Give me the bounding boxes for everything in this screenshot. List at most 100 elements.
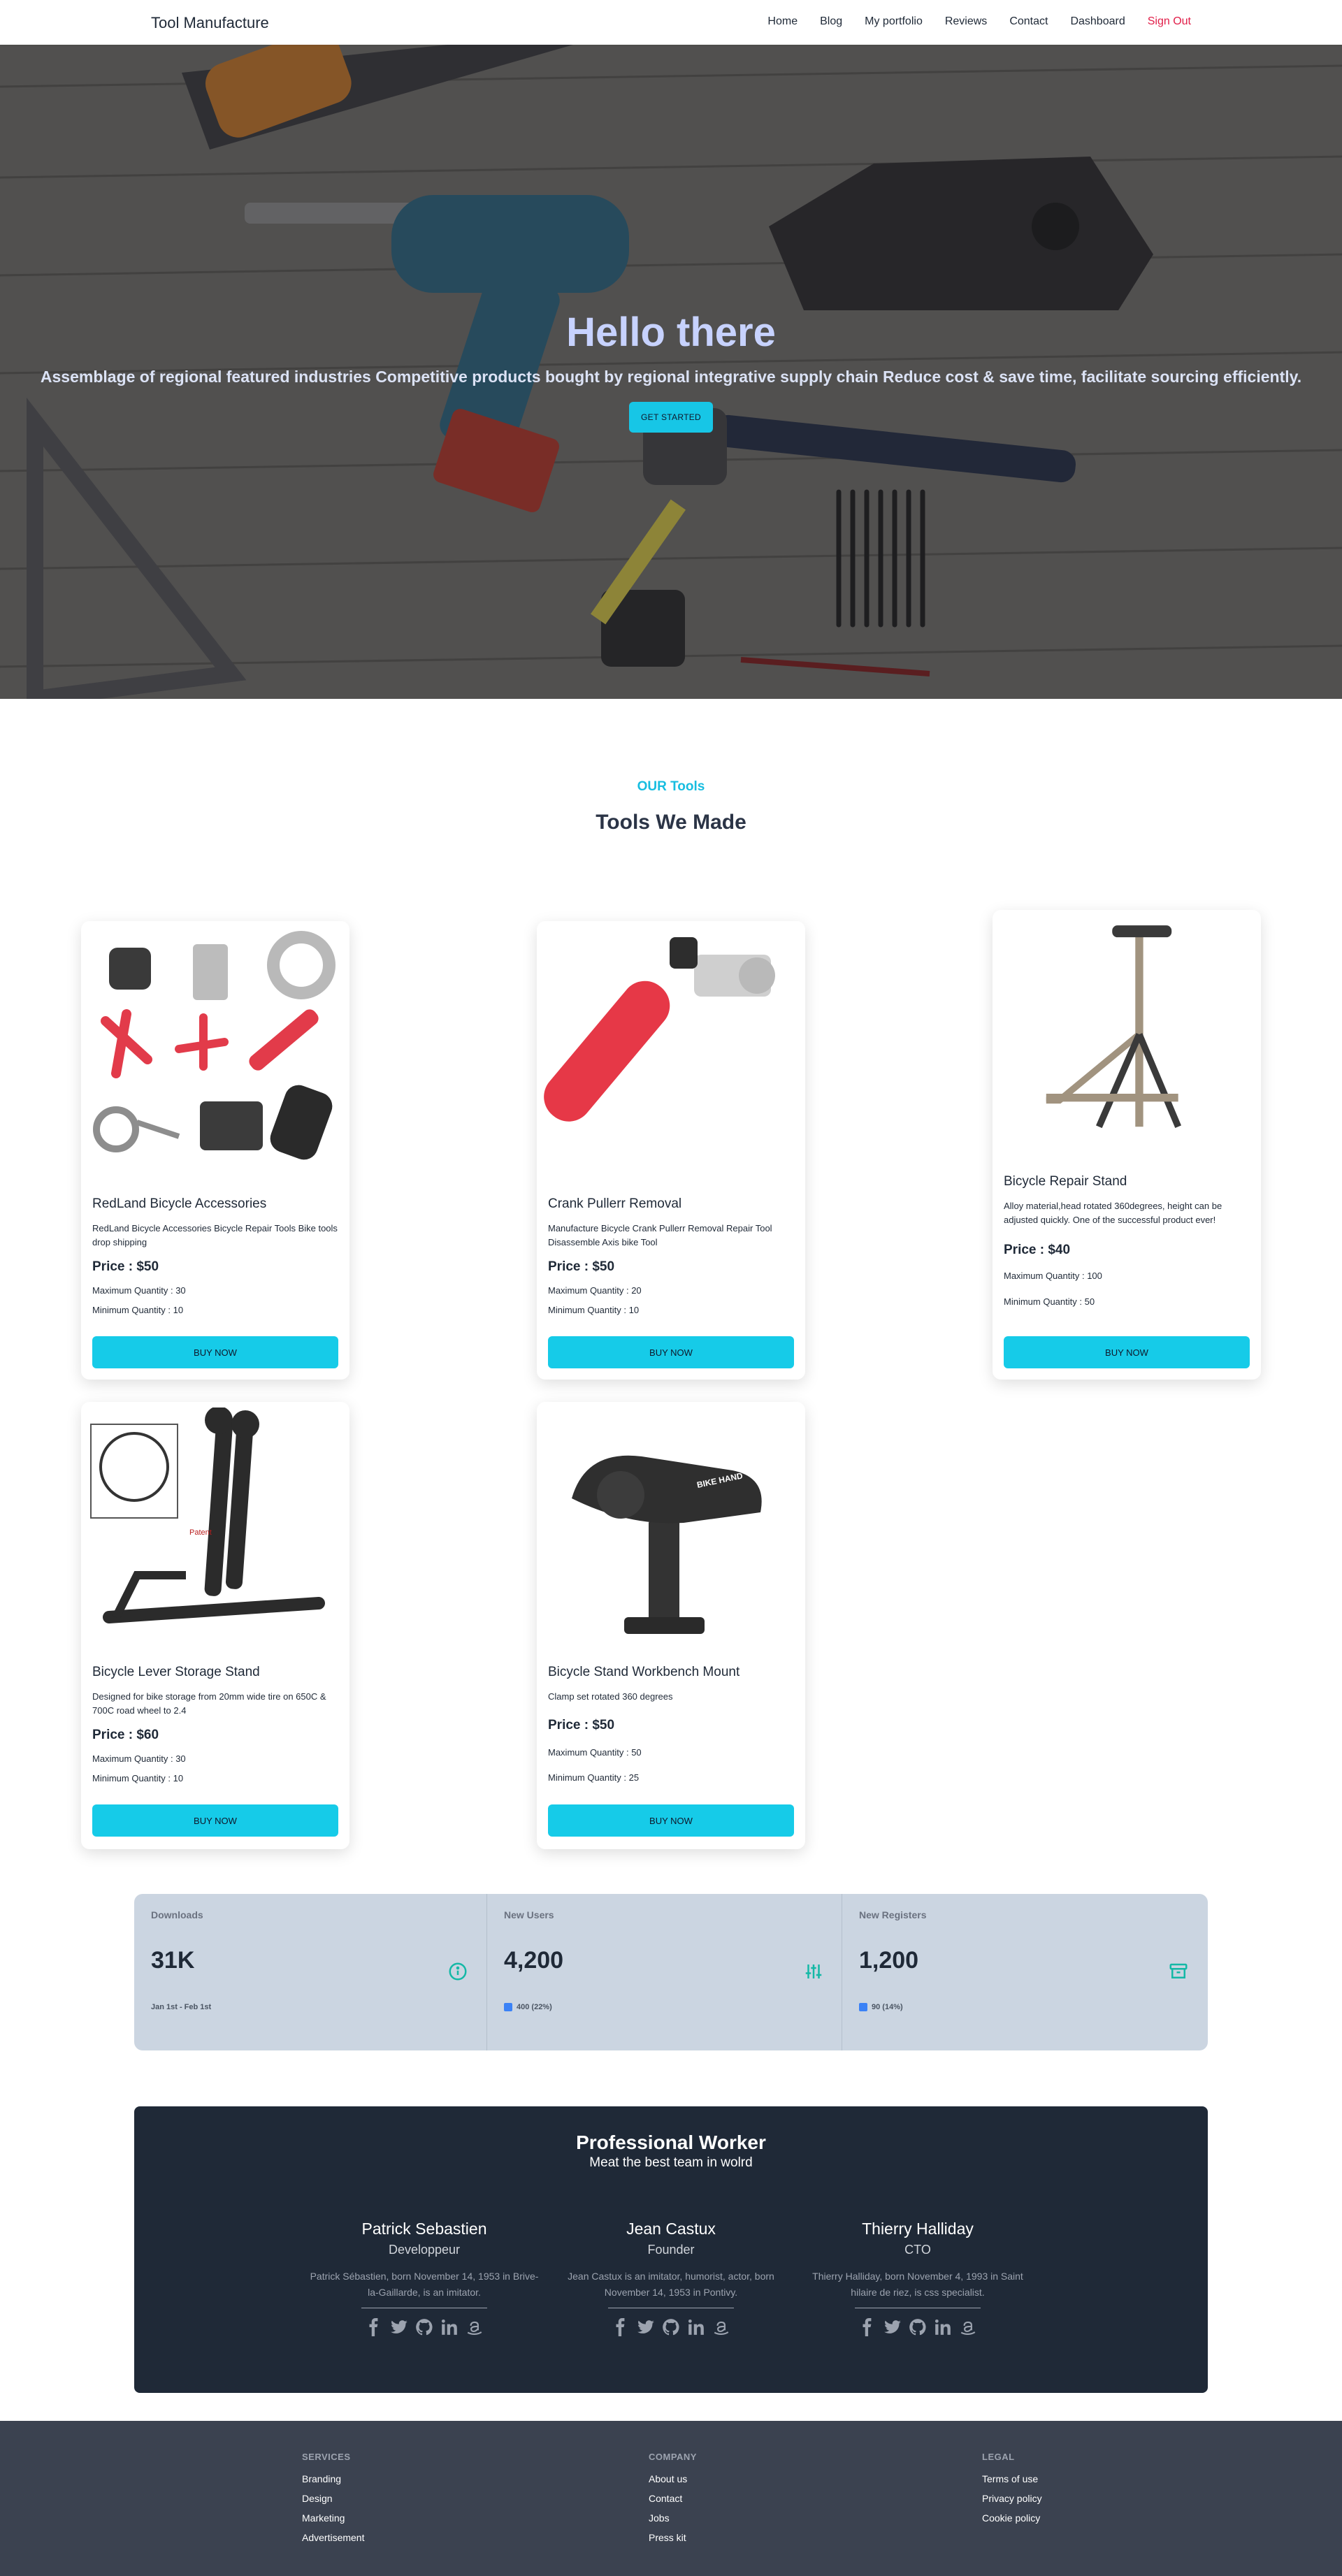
stat-new-registers: New Registers 1,200 90 (14%) bbox=[842, 1894, 1208, 2050]
twitter-icon[interactable] bbox=[390, 2318, 408, 2336]
bicycle-tool-set-image bbox=[88, 927, 342, 1178]
nav-reviews[interactable]: Reviews bbox=[945, 15, 987, 28]
stat-value: 4,200 bbox=[504, 1947, 564, 1974]
github-icon[interactable] bbox=[909, 2318, 927, 2336]
product-description: Designed for bike storage from 20mm wide… bbox=[92, 1691, 326, 1716]
footer-link-terms[interactable]: Terms of use bbox=[982, 2473, 1042, 2484]
navbar: Tool Manufacture Home Blog My portfolio … bbox=[0, 0, 1342, 45]
nav-dashboard[interactable]: Dashboard bbox=[1070, 15, 1125, 28]
storage-stand-image: Patent bbox=[88, 1408, 342, 1659]
nav-home[interactable]: Home bbox=[767, 15, 798, 28]
nav-contact[interactable]: Contact bbox=[1009, 15, 1048, 28]
footer-link-branding[interactable]: Branding bbox=[302, 2473, 364, 2484]
facebook-icon[interactable] bbox=[365, 2318, 383, 2336]
nav-portfolio[interactable]: My portfolio bbox=[865, 15, 923, 28]
stat-footnote: 400 (22%) bbox=[504, 2003, 552, 2011]
github-icon[interactable] bbox=[415, 2318, 433, 2336]
footer: SERVICES Branding Design Marketing Adver… bbox=[0, 2421, 1342, 2576]
member-name: Thierry Halliday bbox=[862, 2220, 974, 2238]
product-max-quantity: Maximum Quantity : 20 bbox=[548, 1285, 642, 1296]
team-member: Patrick Sebastien Developpeur Patrick Sé… bbox=[309, 2220, 540, 2336]
product-name: Bicycle Lever Storage Stand bbox=[92, 1665, 260, 1679]
workbench-mount-image: BIKE HAND bbox=[544, 1408, 798, 1659]
stat-footnote: Jan 1st - Feb 1st bbox=[151, 2003, 212, 2011]
footer-heading: LEGAL bbox=[982, 2452, 1015, 2462]
product-description: Alloy material,head rotated 360degrees, … bbox=[1004, 1201, 1222, 1225]
buy-now-button[interactable]: BUY NOW bbox=[548, 1336, 794, 1368]
product-description: RedLand Bicycle Accessories Bicycle Repa… bbox=[92, 1223, 338, 1247]
buy-now-button[interactable]: BUY NOW bbox=[92, 1804, 338, 1837]
member-role: Developpeur bbox=[388, 2243, 461, 2257]
footer-link-marketing[interactable]: Marketing bbox=[302, 2512, 364, 2524]
footer-link-cookie[interactable]: Cookie policy bbox=[982, 2512, 1042, 2524]
stat-new-users: New Users 4,200 400 (22%) bbox=[486, 1894, 842, 2050]
brand-logo[interactable]: Tool Manufacture bbox=[151, 14, 269, 32]
team-subtitle: Meat the best team in wolrd bbox=[589, 2155, 753, 2170]
facebook-icon[interactable] bbox=[858, 2318, 876, 2336]
footer-link-press-kit[interactable]: Press kit bbox=[649, 2532, 697, 2543]
hero-subtitle: Assemblage of regional featured industri… bbox=[40, 368, 1302, 386]
social-links bbox=[802, 2318, 1033, 2336]
amazon-icon[interactable] bbox=[712, 2318, 730, 2336]
nav-sign-out[interactable]: Sign Out bbox=[1148, 15, 1191, 28]
crank-puller-image bbox=[544, 927, 798, 1178]
footer-link-design[interactable]: Design bbox=[302, 2493, 364, 2504]
hero-title: Hello there bbox=[566, 310, 776, 355]
team-member: Thierry Halliday CTO Thierry Halliday, b… bbox=[802, 2220, 1033, 2336]
member-name: Patrick Sebastien bbox=[361, 2220, 487, 2238]
product-name: Crank Pullerr Removal bbox=[548, 1196, 682, 1211]
buy-now-button[interactable]: BUY NOW bbox=[548, 1804, 794, 1837]
stat-downloads: Downloads 31K Jan 1st - Feb 1st bbox=[134, 1894, 486, 2050]
stat-value: 31K bbox=[151, 1947, 195, 1974]
stats-panel: Downloads 31K Jan 1st - Feb 1st New User… bbox=[134, 1894, 1208, 2050]
product-price: Price : $40 bbox=[1004, 1243, 1071, 1257]
footer-link-advertisement[interactable]: Advertisement bbox=[302, 2532, 364, 2543]
stat-label: Downloads bbox=[151, 1909, 203, 1920]
footer-heading: COMPANY bbox=[649, 2452, 697, 2462]
linkedin-icon[interactable] bbox=[687, 2318, 705, 2336]
footer-heading: SERVICES bbox=[302, 2452, 351, 2462]
nav-blog[interactable]: Blog bbox=[820, 15, 842, 28]
buy-now-button[interactable]: BUY NOW bbox=[92, 1336, 338, 1368]
member-role: Founder bbox=[647, 2243, 695, 2257]
product-min-quantity: Minimum Quantity : 10 bbox=[548, 1305, 640, 1315]
product-max-quantity: Maximum Quantity : 30 bbox=[92, 1285, 186, 1296]
product-price: Price : $50 bbox=[548, 1259, 615, 1274]
sliders-icon bbox=[805, 1964, 822, 1978]
amazon-icon[interactable] bbox=[959, 2318, 977, 2336]
footer-link-jobs[interactable]: Jobs bbox=[649, 2512, 697, 2524]
buy-now-button[interactable]: BUY NOW bbox=[1004, 1336, 1250, 1368]
product-min-quantity: Minimum Quantity : 10 bbox=[92, 1773, 184, 1783]
product-description: Manufacture Bicycle Crank Pullerr Remova… bbox=[548, 1223, 772, 1247]
repair-stand-image bbox=[1006, 916, 1247, 1141]
product-min-quantity: Minimum Quantity : 50 bbox=[1004, 1296, 1095, 1307]
facebook-icon[interactable] bbox=[612, 2318, 630, 2336]
get-started-button[interactable]: GET STARTED bbox=[629, 402, 713, 433]
social-links bbox=[309, 2318, 540, 2336]
product-card: Patent Bicycle Lever Storage Stand Desig… bbox=[81, 1402, 349, 1849]
product-max-quantity: Maximum Quantity : 50 bbox=[548, 1747, 642, 1758]
team-member: Jean Castux Founder Jean Castux is an im… bbox=[556, 2220, 786, 2336]
product-description: Clamp set rotated 360 degrees bbox=[548, 1691, 673, 1702]
linkedin-icon[interactable] bbox=[440, 2318, 459, 2336]
member-name: Jean Castux bbox=[626, 2220, 716, 2238]
info-circle-icon bbox=[449, 1962, 467, 1981]
tools-section-title: Tools We Made bbox=[596, 811, 746, 834]
stat-value: 1,200 bbox=[859, 1947, 919, 1974]
amazon-icon[interactable] bbox=[466, 2318, 484, 2336]
product-card: Crank Pullerr Removal Manufacture Bicycl… bbox=[537, 921, 805, 1380]
footer-company: COMPANY About us Contact Jobs Press kit bbox=[649, 2452, 697, 2552]
footer-link-privacy[interactable]: Privacy policy bbox=[982, 2493, 1042, 2504]
linkedin-icon[interactable] bbox=[934, 2318, 952, 2336]
github-icon[interactable] bbox=[662, 2318, 680, 2336]
product-card: Bicycle Repair Stand Alloy material,head… bbox=[993, 910, 1261, 1380]
footer-link-contact[interactable]: Contact bbox=[649, 2493, 697, 2504]
twitter-icon[interactable] bbox=[883, 2318, 902, 2336]
product-card: BIKE HAND Bicycle Stand Workbench Mount … bbox=[537, 1402, 805, 1849]
product-card: RedLand Bicycle Accessories RedLand Bicy… bbox=[81, 921, 349, 1380]
nav-links: Home Blog My portfolio Reviews Contact D… bbox=[745, 15, 1191, 28]
twitter-icon[interactable] bbox=[637, 2318, 655, 2336]
product-min-quantity: Minimum Quantity : 10 bbox=[92, 1305, 184, 1315]
footer-link-about[interactable]: About us bbox=[649, 2473, 697, 2484]
patent-caption: Patent bbox=[189, 1528, 212, 1537]
